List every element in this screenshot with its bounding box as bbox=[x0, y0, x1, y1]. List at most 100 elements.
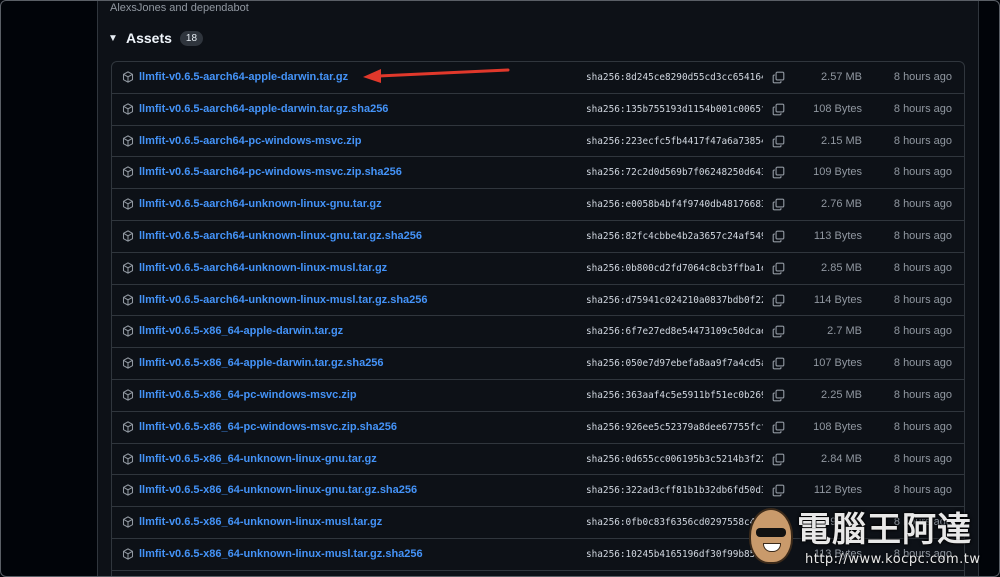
asset-size: 2.7 MB bbox=[827, 325, 862, 338]
asset-upload-time: 8 hours ago bbox=[893, 484, 952, 497]
watermark-title: 電腦王阿達 bbox=[797, 510, 972, 550]
asset-sha256: sha256:8d245ce8290d55cd3cc6541646 bbox=[586, 72, 763, 83]
package-icon bbox=[122, 516, 134, 528]
asset-link[interactable]: llmfit-v0.6.5-aarch64-apple-darwin.tar.g… bbox=[139, 102, 388, 117]
copy-icon[interactable] bbox=[772, 71, 785, 84]
asset-row: llmfit-v0.6.5-aarch64-unknown-linux-gnu.… bbox=[112, 221, 964, 253]
asset-sha256: sha256:363aaf4c5e5911bf51ec0b2695 bbox=[586, 389, 763, 401]
copy-icon[interactable] bbox=[772, 453, 785, 466]
asset-size: 113 Bytes bbox=[813, 229, 862, 242]
watermark-url: http://www.kocpc.com.tw bbox=[805, 552, 981, 567]
asset-link[interactable]: llmfit-v0.6.5-aarch64-unknown-linux-musl… bbox=[139, 293, 428, 308]
watermark: 電腦王阿達 http://www.kocpc.com.tw bbox=[749, 508, 993, 574]
asset-link[interactable]: llmfit-v0.6.5-aarch64-pc-windows-msvc.zi… bbox=[139, 165, 402, 180]
package-icon bbox=[122, 71, 134, 83]
asset-link[interactable]: llmfit-v0.6.5-aarch64-unknown-linux-gnu.… bbox=[139, 229, 422, 244]
asset-sha256: sha256:322ad3cff81b1b32db6fd50d35 bbox=[586, 485, 763, 497]
copy-icon[interactable] bbox=[772, 103, 785, 116]
asset-upload-time: 8 hours ago bbox=[893, 357, 952, 370]
triangle-down-icon: ▼ bbox=[108, 33, 118, 44]
contributors-text: AlexsJones and dependabot bbox=[110, 2, 249, 14]
copy-icon[interactable] bbox=[772, 389, 785, 402]
copy-icon[interactable] bbox=[772, 198, 785, 211]
asset-size: 2.25 MB bbox=[821, 388, 862, 401]
asset-sha256: sha256:e0058b4bf4f9740db481766839 bbox=[586, 199, 763, 211]
copy-icon[interactable] bbox=[772, 166, 785, 179]
asset-link[interactable]: llmfit-v0.6.5-aarch64-unknown-linux-gnu.… bbox=[139, 197, 382, 212]
package-icon bbox=[122, 134, 134, 147]
asset-size: 107 Bytes bbox=[813, 357, 862, 370]
package-icon bbox=[122, 389, 134, 401]
package-icon bbox=[122, 484, 134, 496]
asset-sha256: sha256:d75941c024210a0837bdb0f22c bbox=[586, 294, 763, 306]
screenshot-frame: AlexsJones and dependabot ▼ Assets 18 ll… bbox=[0, 0, 1000, 577]
asset-row: llmfit-v0.6.5-x86_64-unknown-linux-gnu.t… bbox=[112, 475, 964, 508]
package-icon bbox=[122, 230, 134, 242]
asset-upload-time: 8 hours ago bbox=[893, 102, 952, 115]
assets-count-badge: 18 bbox=[179, 30, 204, 46]
copy-icon[interactable] bbox=[772, 484, 785, 497]
package-icon bbox=[122, 262, 134, 274]
asset-upload-time: 8 hours ago bbox=[893, 71, 952, 83]
asset-link[interactable]: llmfit-v0.6.5-x86_64-apple-darwin.tar.gz… bbox=[139, 356, 384, 371]
asset-link[interactable]: llmfit-v0.6.5-aarch64-unknown-linux-musl… bbox=[139, 261, 387, 276]
asset-row: llmfit-v0.6.5-aarch64-pc-windows-msvc.zi… bbox=[112, 126, 964, 158]
copy-icon[interactable] bbox=[772, 135, 785, 148]
asset-upload-time: 8 hours ago bbox=[893, 166, 952, 179]
asset-upload-time: 8 hours ago bbox=[893, 452, 952, 465]
copy-icon[interactable] bbox=[772, 294, 785, 307]
asset-link[interactable]: llmfit-v0.6.5-x86_64-unknown-linux-gnu.t… bbox=[139, 483, 417, 498]
asset-sha256: sha256:135b755193d1154b001c0065fa bbox=[586, 103, 763, 115]
asset-row: llmfit-v0.6.5-x86_64-pc-windows-msvc.zip… bbox=[112, 412, 964, 444]
copy-icon[interactable] bbox=[772, 421, 785, 434]
red-arrow-icon bbox=[363, 68, 510, 83]
asset-sha256: sha256:72c2d0d569b7f06248250d6432 bbox=[586, 167, 763, 179]
asset-row: llmfit-v0.6.5-x86_64-pc-windows-msvc.zip… bbox=[112, 380, 964, 412]
asset-size: 109 Bytes bbox=[813, 166, 862, 179]
asset-link[interactable]: llmfit-v0.6.5-aarch64-apple-darwin.tar.g… bbox=[139, 70, 348, 85]
asset-sha256: sha256:223ecfc5fb4417f47a6a73854c bbox=[586, 135, 763, 147]
package-icon bbox=[122, 198, 134, 210]
assets-title: Assets bbox=[126, 30, 172, 46]
assets-toggle[interactable]: ▼ Assets 18 bbox=[108, 29, 204, 47]
asset-upload-time: 8 hours ago bbox=[893, 325, 952, 338]
copy-icon[interactable] bbox=[772, 262, 785, 275]
asset-upload-time: 8 hours ago bbox=[893, 198, 952, 211]
asset-size: 2.76 MB bbox=[821, 198, 862, 211]
asset-link[interactable]: llmfit-v0.6.5-aarch64-pc-windows-msvc.zi… bbox=[139, 134, 362, 149]
package-icon bbox=[122, 166, 134, 179]
mascot-face-icon bbox=[749, 508, 793, 564]
asset-size: 2.85 MB bbox=[821, 261, 862, 274]
asset-sha256: sha256:0fb0c83f6356cd0297558c42a bbox=[586, 517, 763, 529]
asset-size: 112 Bytes bbox=[813, 484, 862, 497]
asset-row: llmfit-v0.6.5-aarch64-pc-windows-msvc.zi… bbox=[112, 157, 964, 190]
asset-sha256: sha256:050e7d97ebefa8aa9f7a4cd5a8 bbox=[586, 358, 763, 370]
package-icon bbox=[122, 357, 134, 369]
asset-row: llmfit-v0.6.5-aarch64-apple-darwin.tar.g… bbox=[112, 62, 964, 94]
asset-link[interactable]: llmfit-v0.6.5-x86_64-unknown-linux-musl.… bbox=[139, 515, 382, 530]
package-icon bbox=[122, 421, 134, 433]
asset-link[interactable]: llmfit-v0.6.5-x86_64-unknown-linux-gnu.t… bbox=[139, 452, 377, 467]
copy-icon[interactable] bbox=[772, 230, 785, 243]
asset-upload-time: 8 hours ago bbox=[893, 388, 952, 401]
asset-size: 2.15 MB bbox=[821, 134, 862, 147]
asset-row: llmfit-v0.6.5-aarch64-apple-darwin.tar.g… bbox=[112, 94, 964, 126]
asset-link[interactable]: llmfit-v0.6.5-x86_64-apple-darwin.tar.gz bbox=[139, 324, 343, 339]
asset-sha256: sha256:82fc4cbbe4b2a3657c24af5492 bbox=[586, 230, 763, 242]
asset-upload-time: 8 hours ago bbox=[893, 293, 952, 306]
asset-row: llmfit-v0.6.5-x86_64-apple-darwin.tar.gz… bbox=[112, 348, 964, 380]
asset-link[interactable]: llmfit-v0.6.5-x86_64-pc-windows-msvc.zip bbox=[139, 388, 357, 403]
asset-upload-time: 8 hours ago bbox=[893, 420, 952, 433]
asset-link[interactable]: llmfit-v0.6.5-x86_64-pc-windows-msvc.zip… bbox=[139, 420, 397, 435]
asset-row: llmfit-v0.6.5-x86_64-apple-darwin.tar.gz… bbox=[112, 316, 964, 349]
asset-link[interactable]: llmfit-v0.6.5-x86_64-unknown-linux-musl.… bbox=[139, 547, 423, 562]
package-icon bbox=[122, 103, 134, 115]
asset-upload-time: 8 hours ago bbox=[893, 134, 952, 147]
asset-size: 114 Bytes bbox=[813, 293, 862, 306]
asset-upload-time: 8 hours ago bbox=[893, 261, 952, 274]
copy-icon[interactable] bbox=[772, 325, 785, 338]
asset-size: 108 Bytes bbox=[813, 420, 862, 433]
asset-size: 2.57 MB bbox=[821, 71, 862, 83]
asset-row: llmfit-v0.6.5-x86_64-unknown-linux-gnu.t… bbox=[112, 444, 964, 476]
copy-icon[interactable] bbox=[772, 357, 785, 370]
